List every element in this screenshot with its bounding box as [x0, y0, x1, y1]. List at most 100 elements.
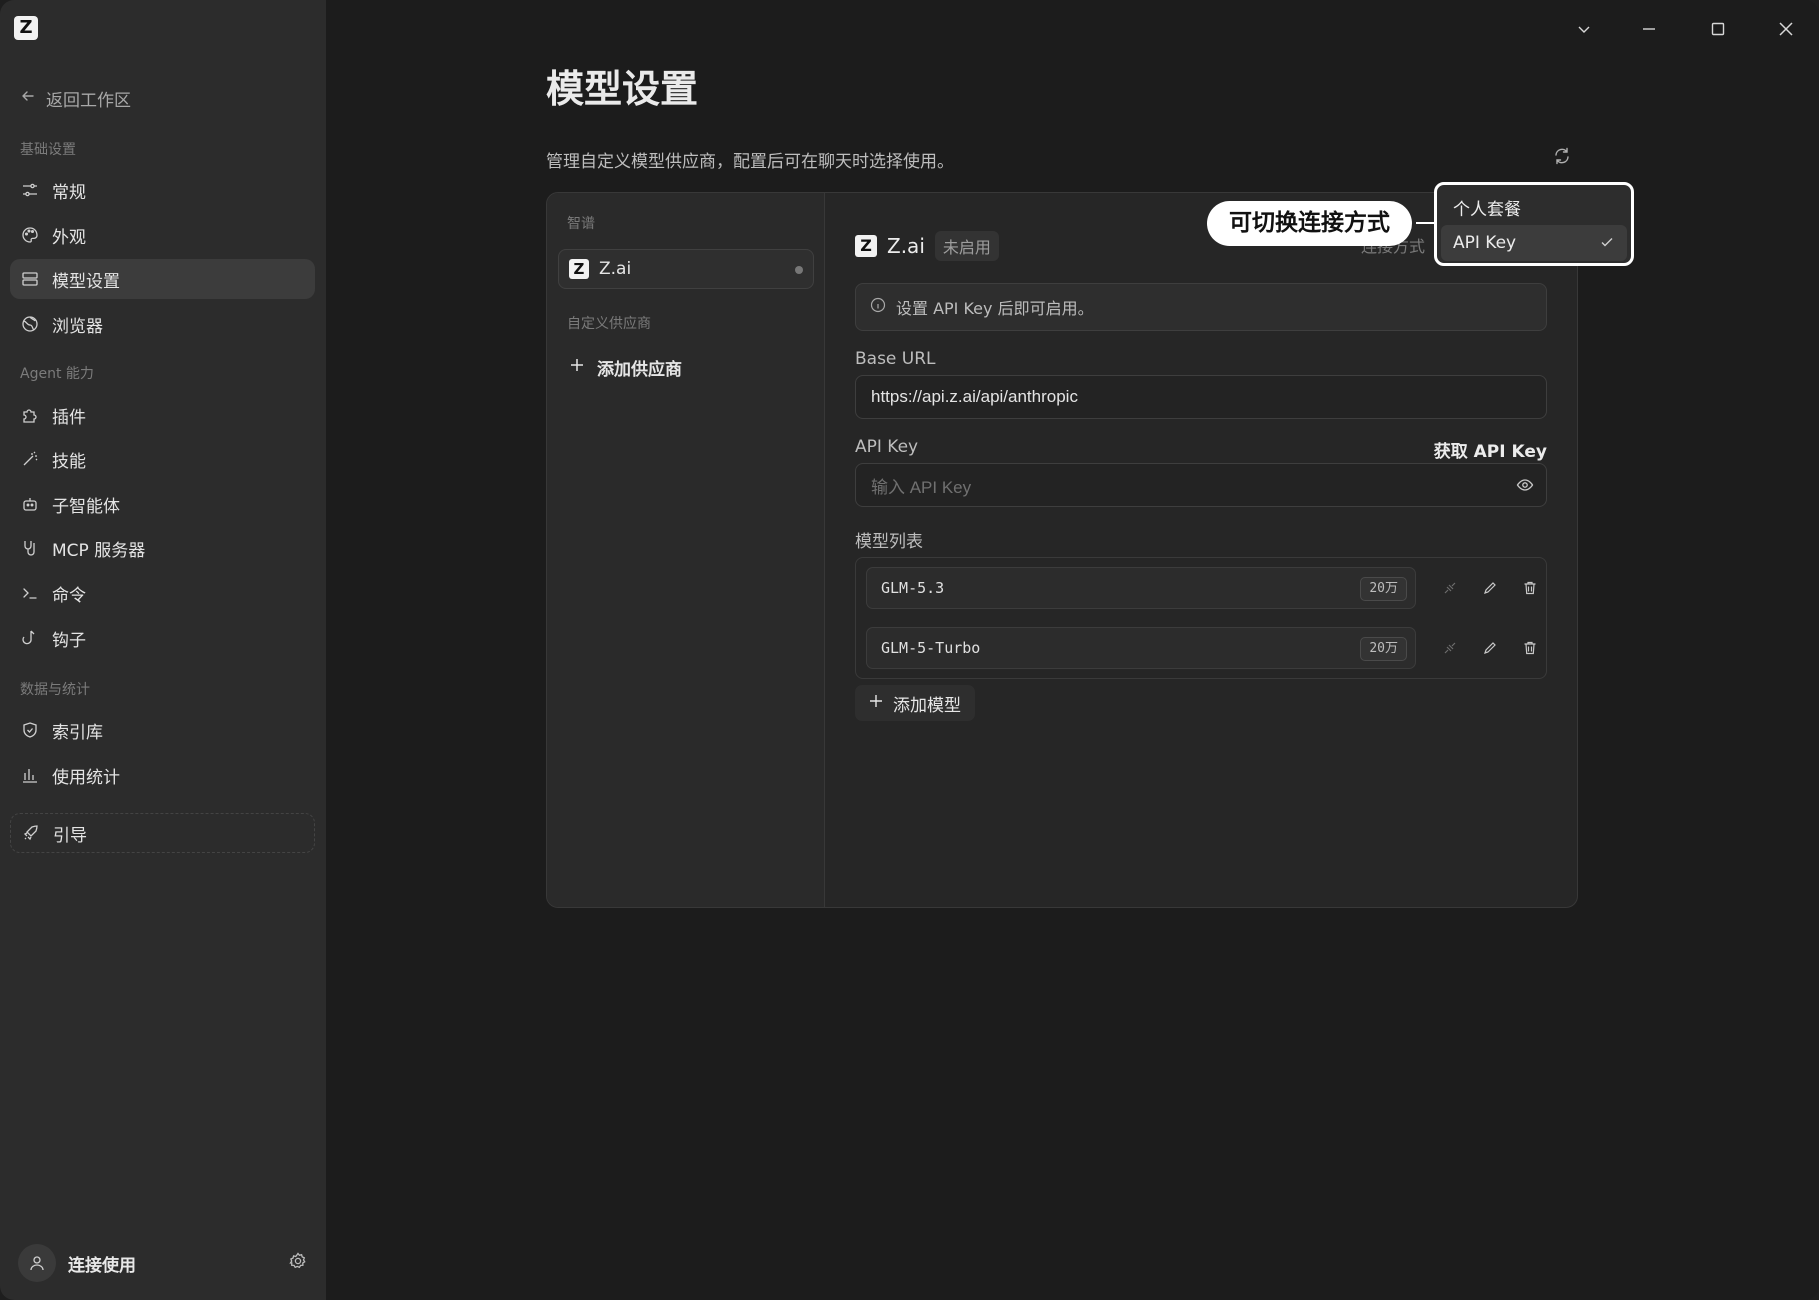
zai-logo-icon: Z — [855, 235, 877, 257]
section-data-stats: 数据与统计 — [20, 682, 90, 698]
callout-connector — [1416, 222, 1434, 224]
edit-icon[interactable] — [1480, 638, 1500, 658]
option-label: API Key — [1453, 233, 1517, 253]
provider-list: 智谱 Z Z.ai 自定义供应商 添加供应商 — [547, 193, 825, 907]
section-agent-abilities: Agent 能力 — [20, 366, 94, 382]
close-icon[interactable] — [1771, 14, 1801, 44]
setup-notice: 设置 API Key 后即可启用。 — [855, 283, 1547, 331]
sidebar-item-commands[interactable]: 命令 — [10, 573, 315, 613]
arrow-left-icon — [20, 88, 36, 109]
sidebar-item-model-settings[interactable]: 模型设置 — [10, 259, 315, 299]
eye-icon[interactable] — [1516, 476, 1534, 499]
sidebar-item-label: 子智能体 — [52, 496, 120, 517]
notice-text: 设置 API Key 后即可启用。 — [896, 299, 1094, 318]
trash-icon[interactable] — [1520, 578, 1540, 598]
minimize-icon[interactable] — [1634, 14, 1664, 44]
sidebar-item-mcp-servers[interactable]: MCP 服务器 — [10, 528, 315, 568]
context-badge: 20万 — [1360, 637, 1407, 661]
sidebar-item-plugins[interactable]: 插件 — [10, 395, 315, 435]
model-name-field[interactable]: GLM-5-Turbo 20万 — [866, 627, 1416, 669]
maximize-icon[interactable] — [1703, 14, 1733, 44]
bar-chart-icon — [20, 765, 40, 785]
user-icon — [30, 1256, 44, 1271]
wand-icon — [20, 449, 40, 469]
server-icon — [20, 269, 40, 289]
provider-detail: Z Z.ai 未启用 连接方式 设置 API Key 后即可启用。 Base U… — [855, 193, 1547, 907]
status-badge: 未启用 — [934, 231, 999, 261]
provider-item-label: Z.ai — [599, 259, 632, 279]
connection-test-icon[interactable] — [1440, 638, 1460, 658]
section-zhipu: 智谱 — [567, 216, 595, 232]
connection-test-icon[interactable] — [1440, 578, 1460, 598]
option-label: 个人套餐 — [1453, 199, 1521, 220]
api-key-label: API Key — [855, 437, 919, 457]
sidebar-item-appearance[interactable]: 外观 — [10, 215, 315, 255]
refresh-icon[interactable] — [1552, 146, 1574, 168]
model-name: GLM-5.3 — [881, 579, 945, 597]
sidebar-item-usage-stats[interactable]: 使用统计 — [10, 755, 315, 795]
page-description: 管理自定义模型供应商，配置后可在聊天时选择使用。 — [546, 152, 954, 172]
back-to-workspace-button[interactable]: 返回工作区 — [20, 84, 131, 112]
info-icon — [870, 297, 886, 317]
option-api-key[interactable]: API Key — [1441, 225, 1627, 261]
model-name-field[interactable]: GLM-5.3 20万 — [866, 567, 1416, 609]
sidebar-item-onboarding[interactable]: 引导 — [10, 813, 315, 853]
rocket-icon — [21, 823, 41, 843]
sidebar-item-label: 钩子 — [52, 630, 86, 651]
sidebar-item-index[interactable]: 索引库 — [10, 710, 315, 750]
connect-usage-label: 连接使用 — [68, 1255, 136, 1276]
sidebar-item-label: 外观 — [52, 227, 86, 248]
base-url-input[interactable]: https://api.z.ai/api/anthropic — [855, 375, 1547, 419]
sidebar-item-hooks[interactable]: 钩子 — [10, 618, 315, 658]
globe-icon — [20, 314, 40, 334]
account-footer[interactable]: 连接使用 — [18, 1243, 308, 1283]
trash-icon[interactable] — [1520, 638, 1540, 658]
sidebar-item-label: 常规 — [52, 182, 86, 203]
sidebar-item-label: 使用统计 — [52, 767, 120, 788]
check-icon — [1599, 234, 1615, 255]
sidebar-item-subagents[interactable]: 子智能体 — [10, 484, 315, 524]
gear-icon[interactable] — [288, 1251, 308, 1275]
app-window: Z 返回工作区 基础设置 常规 外观 模型设置 浏览器 Agent 能力 插件 … — [0, 0, 1819, 1300]
hook-icon — [20, 628, 40, 648]
section-basic-settings: 基础设置 — [20, 142, 76, 158]
model-list: GLM-5.3 20万 GLM-5-Turbo 20万 — [855, 557, 1547, 679]
add-provider-button[interactable]: 添加供应商 — [569, 355, 682, 380]
sidebar-item-general[interactable]: 常规 — [10, 170, 315, 210]
get-api-key-link[interactable]: 获取 API Key — [1434, 437, 1547, 462]
model-row: GLM-5-Turbo 20万 — [866, 627, 1538, 669]
sidebar-item-label: 索引库 — [52, 722, 103, 743]
sidebar-item-label: 浏览器 — [52, 316, 103, 337]
sidebar: Z 返回工作区 基础设置 常规 外观 模型设置 浏览器 Agent 能力 插件 … — [0, 0, 326, 1300]
add-provider-label: 添加供应商 — [597, 360, 682, 380]
plug-icon — [20, 538, 40, 558]
option-personal-plan[interactable]: 个人套餐 — [1441, 189, 1627, 225]
provider-name: Z.ai — [887, 234, 925, 258]
chevron-down-icon[interactable] — [1569, 14, 1599, 44]
sidebar-item-label: 命令 — [52, 585, 86, 606]
sidebar-item-browser[interactable]: 浏览器 — [10, 304, 315, 344]
add-model-button[interactable]: 添加模型 — [855, 685, 975, 721]
api-key-placeholder: 输入 API Key — [871, 477, 972, 497]
sidebar-item-label: 模型设置 — [52, 271, 120, 292]
sidebar-item-label: 引导 — [53, 825, 87, 846]
base-url-label: Base URL — [855, 349, 936, 369]
provider-panel: 智谱 Z Z.ai 自定义供应商 添加供应商 Z Z.ai 未启用 连接方式 设… — [546, 192, 1578, 908]
back-label: 返回工作区 — [46, 90, 131, 111]
page-title: 模型设置 — [546, 67, 699, 111]
model-name: GLM-5-Turbo — [881, 639, 981, 657]
terminal-icon — [20, 583, 40, 603]
provider-header: Z Z.ai 未启用 — [855, 231, 999, 261]
api-key-input[interactable]: 输入 API Key — [855, 463, 1547, 507]
avatar[interactable] — [18, 1244, 56, 1282]
edit-icon[interactable] — [1480, 578, 1500, 598]
app-logo: Z — [14, 16, 38, 40]
provider-item-zai[interactable]: Z Z.ai — [558, 249, 814, 289]
sliders-icon — [20, 180, 40, 200]
palette-icon — [20, 225, 40, 245]
sidebar-item-label: 技能 — [52, 451, 86, 472]
puzzle-icon — [20, 405, 40, 425]
model-list-label: 模型列表 — [855, 532, 923, 552]
sidebar-item-skills[interactable]: 技能 — [10, 439, 315, 479]
plus-icon — [869, 693, 883, 713]
